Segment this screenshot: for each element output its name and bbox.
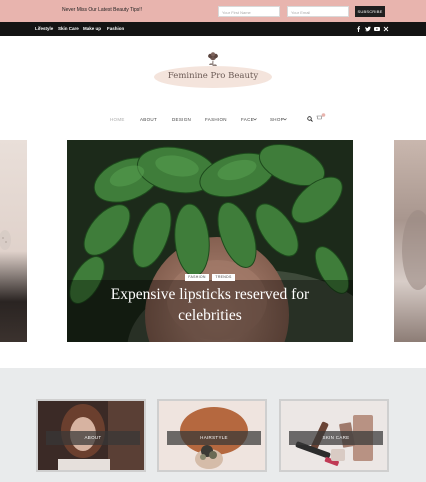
logo-text: Feminine Pro Beauty <box>167 71 259 81</box>
email-input[interactable]: Your Email <box>287 6 349 17</box>
newsletter-bar: Never Miss Our Latest Beauty Tips!! Your… <box>0 0 426 22</box>
cart-icon[interactable] <box>316 113 326 122</box>
category-card-hairstyle[interactable]: HAIRSTYLE <box>157 399 267 472</box>
topnav-item-lifestyle[interactable]: Lifestyle <box>35 26 53 31</box>
topnav-item-skin-care[interactable]: Skin Care <box>58 26 79 31</box>
menu-item-shop[interactable]: SHOP <box>270 117 284 122</box>
topnav-item-make-up[interactable]: Make up <box>83 26 101 31</box>
menu-item-design[interactable]: DESIGN <box>172 117 191 122</box>
chevron-down-icon <box>253 118 257 121</box>
category-card-about[interactable]: ABOUT <box>36 399 146 472</box>
site-logo[interactable]: Feminine Pro Beauty <box>150 52 276 92</box>
category-card-skin-care[interactable]: SKIN CARE <box>279 399 389 472</box>
youtube-icon[interactable] <box>374 26 380 32</box>
menu-item-fashion[interactable]: FASHION <box>205 117 227 122</box>
twitter-icon[interactable] <box>365 26 371 32</box>
x-icon[interactable] <box>383 26 389 32</box>
menu-item-home[interactable]: HOME <box>110 117 125 122</box>
first-name-input[interactable]: Your First Name <box>218 6 280 17</box>
search-icon[interactable] <box>307 116 313 122</box>
menu-item-face[interactable]: FACE <box>241 117 254 122</box>
topnav-item-fashion[interactable]: Fashion <box>107 26 124 31</box>
subscribe-button[interactable]: SUBSCRIBE <box>355 6 385 17</box>
facebook-icon[interactable] <box>356 26 361 32</box>
slider-prev-slide[interactable] <box>0 140 27 342</box>
hero-title[interactable]: Expensive lipsticks reserved for celebri… <box>90 284 330 326</box>
card-label: HAIRSTYLE <box>167 431 261 445</box>
top-nav: Lifestyle Skin Care Make up Fashion <box>0 22 426 36</box>
slider-next-slide[interactable] <box>394 140 426 342</box>
newsletter-text: Never Miss Our Latest Beauty Tips!! <box>62 7 143 13</box>
chevron-down-icon <box>283 118 287 121</box>
menu-item-about[interactable]: ABOUT <box>140 117 157 122</box>
card-label: SKIN CARE <box>289 431 383 445</box>
tag-fashion[interactable]: FASHION <box>185 274 209 281</box>
tag-trends[interactable]: TRENDS <box>212 274 235 281</box>
card-label: ABOUT <box>46 431 140 445</box>
